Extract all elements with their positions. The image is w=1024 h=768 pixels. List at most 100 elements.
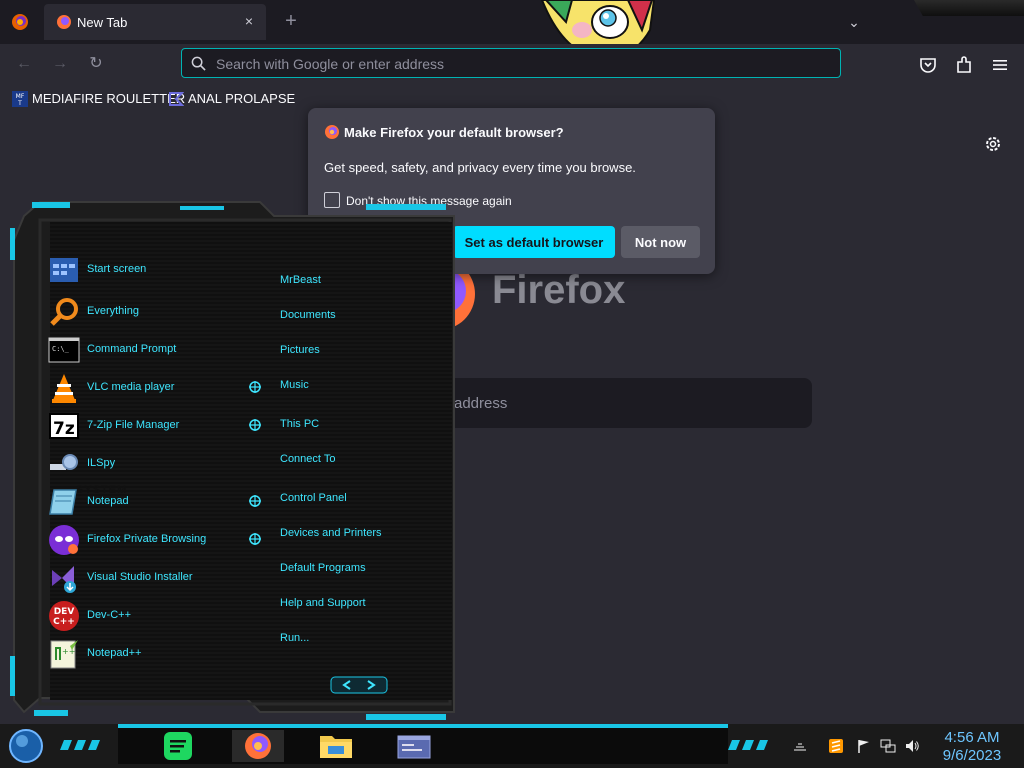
submenu-arrow-icon[interactable] xyxy=(248,380,262,394)
bookmark-favicon xyxy=(169,91,184,106)
bookmark-label: ANAL PROLAPSE xyxy=(188,91,296,107)
start-item-everything[interactable]: Everything xyxy=(48,296,248,328)
submenu-arrow-icon[interactable] xyxy=(248,532,262,546)
submenu-arrow-icon[interactable] xyxy=(248,418,262,432)
search-icon xyxy=(191,56,206,71)
new-tab-button[interactable]: + xyxy=(280,10,302,32)
start-menu-page-nav[interactable] xyxy=(330,676,388,694)
menu-icon[interactable] xyxy=(989,54,1011,76)
start-place-control-panel[interactable]: Control Panel xyxy=(280,492,347,504)
bookmark-label: MEDIAFIRE ROULETTER xyxy=(32,91,186,107)
start-orb-icon[interactable] xyxy=(8,728,44,764)
start-item-command-prompt[interactable]: C:\_ Command Prompt xyxy=(48,334,248,366)
start-menu-system-label: SYSTEM xyxy=(76,484,128,496)
start-item-start-screen[interactable]: Start screen xyxy=(48,254,248,286)
firefox-wordmark: Firefox xyxy=(492,268,626,312)
everything-search-icon xyxy=(50,298,78,326)
start-item-label: 7-Zip File Manager xyxy=(87,419,180,431)
start-item-visual-studio-installer[interactable]: Visual Studio Installer xyxy=(48,562,248,594)
flag-icon[interactable] xyxy=(856,738,872,754)
extensions-icon[interactable] xyxy=(953,54,975,76)
svg-text:C++: C++ xyxy=(53,617,75,627)
svg-text:MF: MF xyxy=(16,93,25,100)
newtab-search-placeholder: address xyxy=(454,395,508,412)
start-place-help-and-support[interactable]: Help and Support xyxy=(280,597,366,609)
start-place-documents[interactable]: Documents xyxy=(280,309,336,321)
start-item-ilspy[interactable]: ILSpy xyxy=(48,448,248,480)
visual-studio-installer-icon xyxy=(52,566,76,593)
tab-title: New Tab xyxy=(77,15,128,30)
submenu-arrow-icon[interactable] xyxy=(248,494,262,508)
window-frame-decoration xyxy=(914,0,1024,16)
start-place-music[interactable]: Music xyxy=(280,379,309,391)
start-screen-icon xyxy=(50,258,78,282)
reload-button[interactable]: ↻ xyxy=(84,52,108,76)
start-place-mrbeast[interactable]: MrBeast xyxy=(280,274,321,286)
clock-date: 9/6/2023 xyxy=(942,747,1002,764)
svg-text:C:\_: C:\_ xyxy=(52,345,70,353)
firefox-icon[interactable] xyxy=(232,730,284,762)
start-item-label: Notepad xyxy=(87,495,129,507)
start-place-default-programs[interactable]: Default Programs xyxy=(280,562,366,574)
start-item-dev-cpp[interactable]: DEV C++ Dev-C++ xyxy=(48,600,248,632)
dialog-title: Make Firefox your default browser? xyxy=(344,125,564,140)
tab-strip: New Tab × + ⌄ xyxy=(0,0,1024,44)
start-place-this-pc[interactable]: This PC xyxy=(280,418,319,430)
start-place-pictures[interactable]: Pictures xyxy=(280,344,320,356)
command-prompt-icon: C:\_ xyxy=(48,337,80,363)
file-explorer-icon[interactable] xyxy=(310,730,362,762)
start-item-label: Command Prompt xyxy=(87,343,177,355)
start-item-label: Everything xyxy=(87,305,139,317)
tray-overflow-icon[interactable] xyxy=(792,738,808,754)
svg-text:++: ++ xyxy=(62,647,75,656)
notepadpp-icon: ++ xyxy=(50,640,78,669)
start-place-devices-and-printers[interactable]: Devices and Printers xyxy=(280,527,382,539)
set-default-browser-button[interactable]: Set as default browser xyxy=(453,226,615,258)
start-item-label: Firefox Private Browsing xyxy=(87,533,207,545)
network-icon[interactable] xyxy=(880,738,896,754)
start-item-label: Notepad++ xyxy=(87,647,142,659)
devcpp-icon: DEVC++ xyxy=(49,601,79,631)
start-item-label: Dev-C++ xyxy=(87,609,132,621)
svg-text:T: T xyxy=(17,100,22,107)
firefox-view-icon[interactable] xyxy=(10,12,30,32)
address-bar[interactable] xyxy=(181,48,841,79)
svg-text:DEV: DEV xyxy=(54,607,75,617)
start-item-firefox-private-browsing[interactable]: Firefox Private Browsing xyxy=(48,524,248,556)
svg-text:7z: 7z xyxy=(53,419,75,439)
close-tab-icon[interactable]: × xyxy=(240,12,258,30)
firefox-icon xyxy=(325,125,339,139)
not-now-button[interactable]: Not now xyxy=(621,226,700,258)
start-item-vlc-media-player[interactable]: VLC media player xyxy=(48,372,248,404)
address-input[interactable] xyxy=(214,49,818,79)
start-item-label: ILSpy xyxy=(87,457,116,469)
list-all-tabs-button[interactable]: ⌄ xyxy=(842,10,866,34)
ilspy-icon xyxy=(50,454,78,470)
tab-new-tab[interactable]: New Tab × xyxy=(44,4,266,40)
gear-icon[interactable] xyxy=(984,135,1002,153)
mediafire-icon: MF T xyxy=(12,90,28,107)
start-item-notepad-plus-plus[interactable]: ++ Notepad++ xyxy=(48,638,248,670)
pocket-icon[interactable] xyxy=(917,54,939,76)
forward-button[interactable]: → xyxy=(48,52,72,76)
firefox-icon xyxy=(57,15,71,29)
window-icon[interactable] xyxy=(388,730,440,762)
start-place-run[interactable]: Run... xyxy=(280,632,309,644)
sublime-icon[interactable] xyxy=(828,738,844,754)
taskbar-decoration xyxy=(728,740,768,750)
vlc-icon xyxy=(52,374,76,403)
7zip-icon: 7z xyxy=(49,413,79,439)
clock-time: 4:56 AM xyxy=(944,729,1000,746)
volume-icon[interactable] xyxy=(904,738,920,754)
start-item-7zip-file-manager[interactable]: 7z 7-Zip File Manager xyxy=(48,410,248,442)
back-button[interactable]: ← xyxy=(12,52,36,76)
bookmark-item[interactable]: ANAL PROLAPSE xyxy=(168,90,295,108)
start-item-label: Visual Studio Installer xyxy=(87,571,193,583)
firefox-private-icon xyxy=(49,525,79,555)
taskbar-decoration xyxy=(60,740,100,750)
spotify-icon[interactable] xyxy=(152,730,204,762)
taskbar-clock[interactable]: 4:56 AM 9/6/2023 xyxy=(936,729,1008,765)
start-place-connect-to[interactable]: Connect To xyxy=(280,453,335,465)
bookmark-mediafire-rouletter[interactable]: MF T MEDIAFIRE ROULETTER xyxy=(12,90,185,108)
start-item-label: Start screen xyxy=(87,263,147,275)
